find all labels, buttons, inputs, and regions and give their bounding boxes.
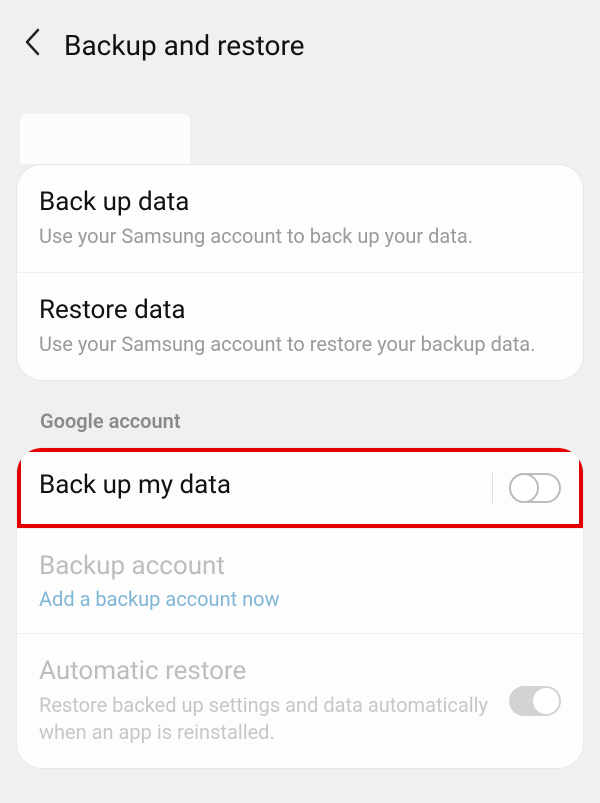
divider [492, 473, 493, 503]
backup-account-row[interactable]: Backup account Add a backup account now [17, 529, 583, 633]
backup-my-data-title: Back up my data [39, 470, 474, 500]
header: Backup and restore [0, 0, 600, 72]
tab-placeholder [20, 114, 190, 164]
automatic-restore-toggle[interactable] [509, 686, 561, 716]
google-account-section-header: Google account [0, 381, 600, 447]
restore-data-row[interactable]: Restore data Use your Samsung account to… [17, 272, 583, 380]
backup-data-desc: Use your Samsung account to back up your… [39, 223, 561, 250]
restore-data-title: Restore data [39, 295, 561, 325]
backup-my-data-toggle[interactable] [509, 473, 561, 503]
restore-data-desc: Use your Samsung account to restore your… [39, 331, 561, 358]
backup-account-title: Backup account [39, 551, 561, 581]
automatic-restore-title: Automatic restore [39, 656, 493, 686]
automatic-restore-row[interactable]: Automatic restore Restore backed up sett… [17, 634, 583, 768]
add-backup-account-link[interactable]: Add a backup account now [39, 587, 561, 611]
back-icon[interactable] [24, 28, 42, 62]
google-account-card: Back up my data Backup account Add a bac… [16, 447, 584, 769]
backup-data-title: Back up data [39, 187, 561, 217]
automatic-restore-desc: Restore backed up settings and data auto… [39, 692, 493, 746]
backup-data-row[interactable]: Back up data Use your Samsung account to… [17, 165, 583, 272]
samsung-account-card: Back up data Use your Samsung account to… [16, 164, 584, 381]
backup-my-data-row[interactable]: Back up my data [17, 448, 583, 528]
page-title: Backup and restore [64, 29, 305, 62]
